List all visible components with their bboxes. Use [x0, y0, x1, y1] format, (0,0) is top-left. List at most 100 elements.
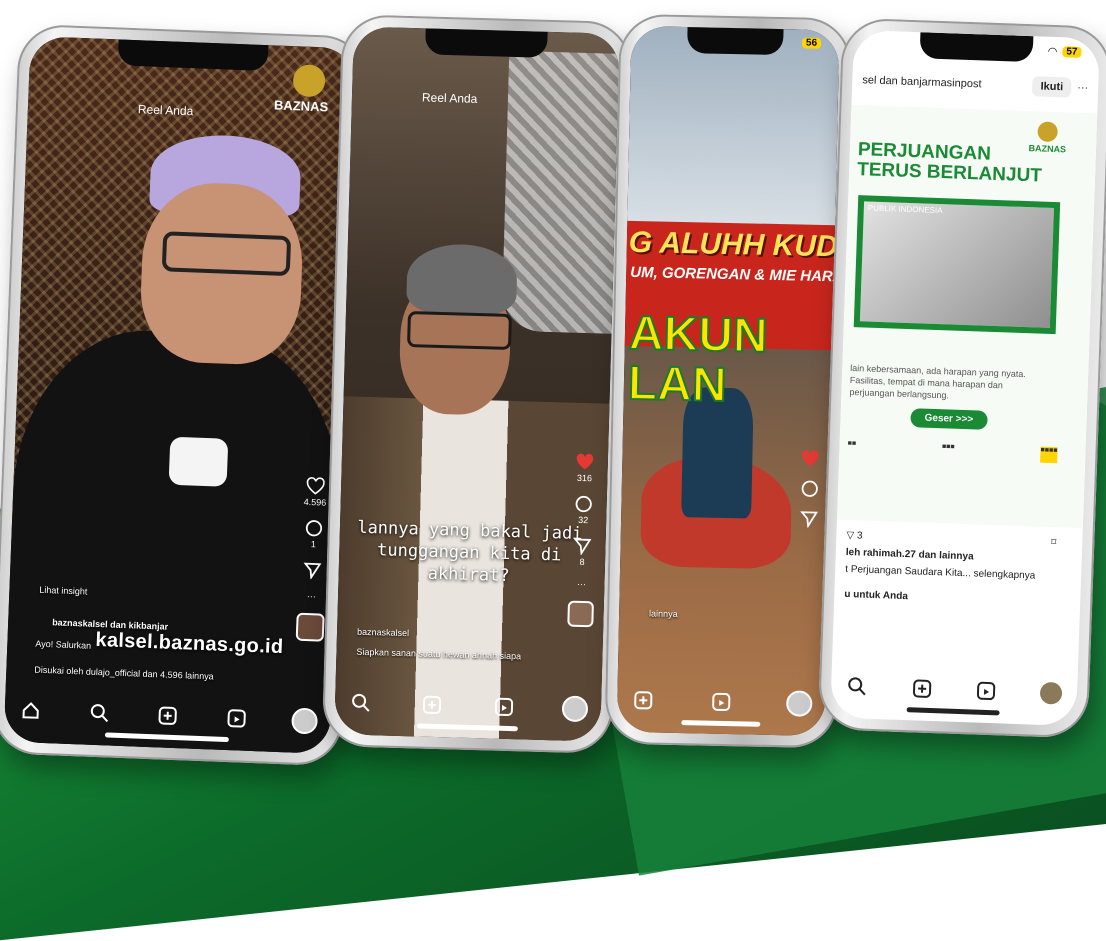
reels-icon[interactable] [489, 692, 518, 721]
audio-thumb[interactable] [295, 612, 325, 642]
notch [425, 28, 549, 58]
comment-icon [575, 495, 592, 513]
home-icon[interactable] [16, 696, 45, 725]
audio-thumbnail-icon [567, 600, 594, 628]
brand-text: BAZNAS [273, 97, 329, 115]
likes-line[interactable]: lainnya [649, 608, 678, 619]
reel-actions: 316 32 8 ··· [567, 453, 598, 628]
presenter-glasses [407, 311, 512, 350]
sponsor-logo-icon: ■■■ [941, 443, 955, 451]
baznas-emblem-icon [1037, 121, 1059, 143]
like-action[interactable]: 4.596 [304, 477, 328, 508]
wifi-icon: ◠ [1047, 45, 1058, 59]
profile-avatar-icon[interactable] [561, 694, 590, 723]
banner-title: G ALUHH KUDA [628, 225, 840, 264]
insight-link[interactable]: Lihat insight [39, 585, 87, 597]
phone-screen: Reel Anda lannya yang bakal jadi tunggan… [334, 26, 620, 742]
battery-indicator: 56 [801, 37, 822, 49]
more-action[interactable]: ··· [307, 591, 316, 601]
notch [919, 32, 1034, 63]
share-action[interactable] [303, 561, 322, 580]
profile-avatar-icon[interactable] [785, 689, 814, 718]
sponsor-logo-icon: ■■ [847, 439, 857, 448]
for-you-heading: u untuk Anda [844, 588, 909, 603]
more-icon[interactable]: ··· [1077, 82, 1088, 94]
add-post-icon[interactable] [629, 686, 658, 715]
bottom-nav [843, 672, 1066, 708]
share-action[interactable] [800, 510, 819, 528]
reel-title: Reel Anda [421, 90, 478, 106]
comment-action[interactable] [801, 480, 819, 498]
comment-action[interactable]: 32 [574, 495, 593, 525]
share-action[interactable]: 8 [573, 537, 592, 567]
phone-feed-post: ◠ 57 sel dan banjarmasinpost Ikuti ··· B… [817, 17, 1106, 739]
phone-reel-2: Reel Anda lannya yang bakal jadi tunggan… [321, 14, 633, 754]
overlay-title-1: AKUN [627, 306, 769, 364]
bottom-nav [629, 686, 814, 718]
overlay-title-2: LAN [626, 356, 728, 413]
post-header: sel dan banjarmasinpost Ikuti ··· [862, 70, 1089, 98]
more-action[interactable]: ··· [577, 579, 586, 589]
notch [687, 27, 784, 56]
comment-count: 1 [310, 539, 317, 550]
sky [627, 25, 840, 231]
liked-by[interactable]: leh rahimah.27 dan lainnya [846, 547, 1056, 565]
phone-screen: 56 G ALUHH KUDA UM, GORENGAN & MIE HARA … [616, 25, 840, 737]
phone-screen: BAZNAS Reel Anda kalsel.baznas.go.id 4.5… [3, 36, 357, 754]
presenter-body [3, 325, 346, 754]
search-icon[interactable] [85, 699, 114, 728]
search-icon[interactable] [347, 689, 376, 718]
add-post-icon[interactable] [153, 701, 182, 730]
like-count: 4.596 [303, 496, 327, 508]
like-count: 316 [576, 472, 593, 484]
author-line[interactable]: baznaskalsel [357, 627, 409, 638]
post-author[interactable]: sel dan banjarmasinpost [862, 74, 1027, 92]
follow-button[interactable]: Ikuti [1032, 76, 1072, 98]
battery-indicator: 57 [1062, 46, 1082, 58]
phone-reel-1: BAZNAS Reel Anda kalsel.baznas.go.id 4.5… [0, 23, 369, 767]
heart-filled-icon [576, 453, 594, 470]
reels-icon[interactable] [972, 676, 1001, 705]
phone-screen: ◠ 57 sel dan banjarmasinpost Ikuti ··· B… [830, 29, 1100, 727]
caption-text: Ayo! Salurkan [35, 638, 92, 651]
presenter-glasses [161, 231, 292, 277]
post-headline: PERJUANGAN TERUS BERLANJUT [857, 139, 1043, 186]
add-post-icon[interactable] [907, 674, 936, 703]
post-photo: PUBLIK INDONESIA [853, 195, 1061, 335]
search-icon[interactable] [843, 672, 872, 701]
audio-thumbnail-icon [295, 612, 325, 642]
heart-icon [306, 477, 325, 495]
phone-reel-3: 56 G ALUHH KUDA UM, GORENGAN & MIE HARA … [604, 13, 852, 749]
send-icon [800, 511, 819, 528]
share-count: 8 [579, 556, 585, 568]
sponsor-logo-icon: ■■■■ [1040, 446, 1058, 464]
profile-avatar-icon[interactable] [1037, 679, 1066, 708]
like-action[interactable] [800, 450, 820, 468]
photo-label: PUBLIK INDONESIA [867, 203, 943, 216]
reels-icon[interactable] [222, 704, 251, 733]
post-caption[interactable]: t Perjuangan Saudara Kita... selengkapny… [845, 564, 1055, 582]
like-action[interactable]: 316 [574, 453, 595, 484]
comment-icon [305, 520, 323, 537]
swipe-button[interactable]: Geser >>> [910, 408, 988, 430]
reels-icon[interactable] [707, 688, 736, 717]
lapel-mic [168, 436, 229, 487]
reel-actions [799, 450, 821, 528]
reel-title: Reel Anda [137, 102, 194, 119]
more-icon: ··· [576, 578, 587, 590]
video-caption: lannya yang bakal jadi tunggangan kita d… [348, 517, 590, 590]
add-post-icon[interactable] [418, 690, 447, 719]
status-bar: 56 [801, 37, 822, 49]
share-count[interactable]: ▽ 3 [846, 530, 862, 542]
send-icon [303, 562, 322, 580]
post-meta: ▽ 3 ⌑ leh rahimah.27 dan lainnya t Perju… [844, 530, 1057, 613]
home-indicator [906, 707, 1001, 716]
bookmark-icon[interactable]: ⌑ [1051, 537, 1057, 548]
comment-icon [801, 480, 818, 497]
audio-thumb[interactable] [567, 600, 594, 628]
status-bar: ◠ 57 [1047, 45, 1082, 59]
comment-action[interactable]: 1 [304, 519, 323, 550]
acoustic-foam [501, 50, 620, 334]
profile-avatar-icon[interactable] [290, 706, 319, 735]
post-description: lain kebersamaan, ada harapan yang nyata… [849, 362, 1026, 401]
